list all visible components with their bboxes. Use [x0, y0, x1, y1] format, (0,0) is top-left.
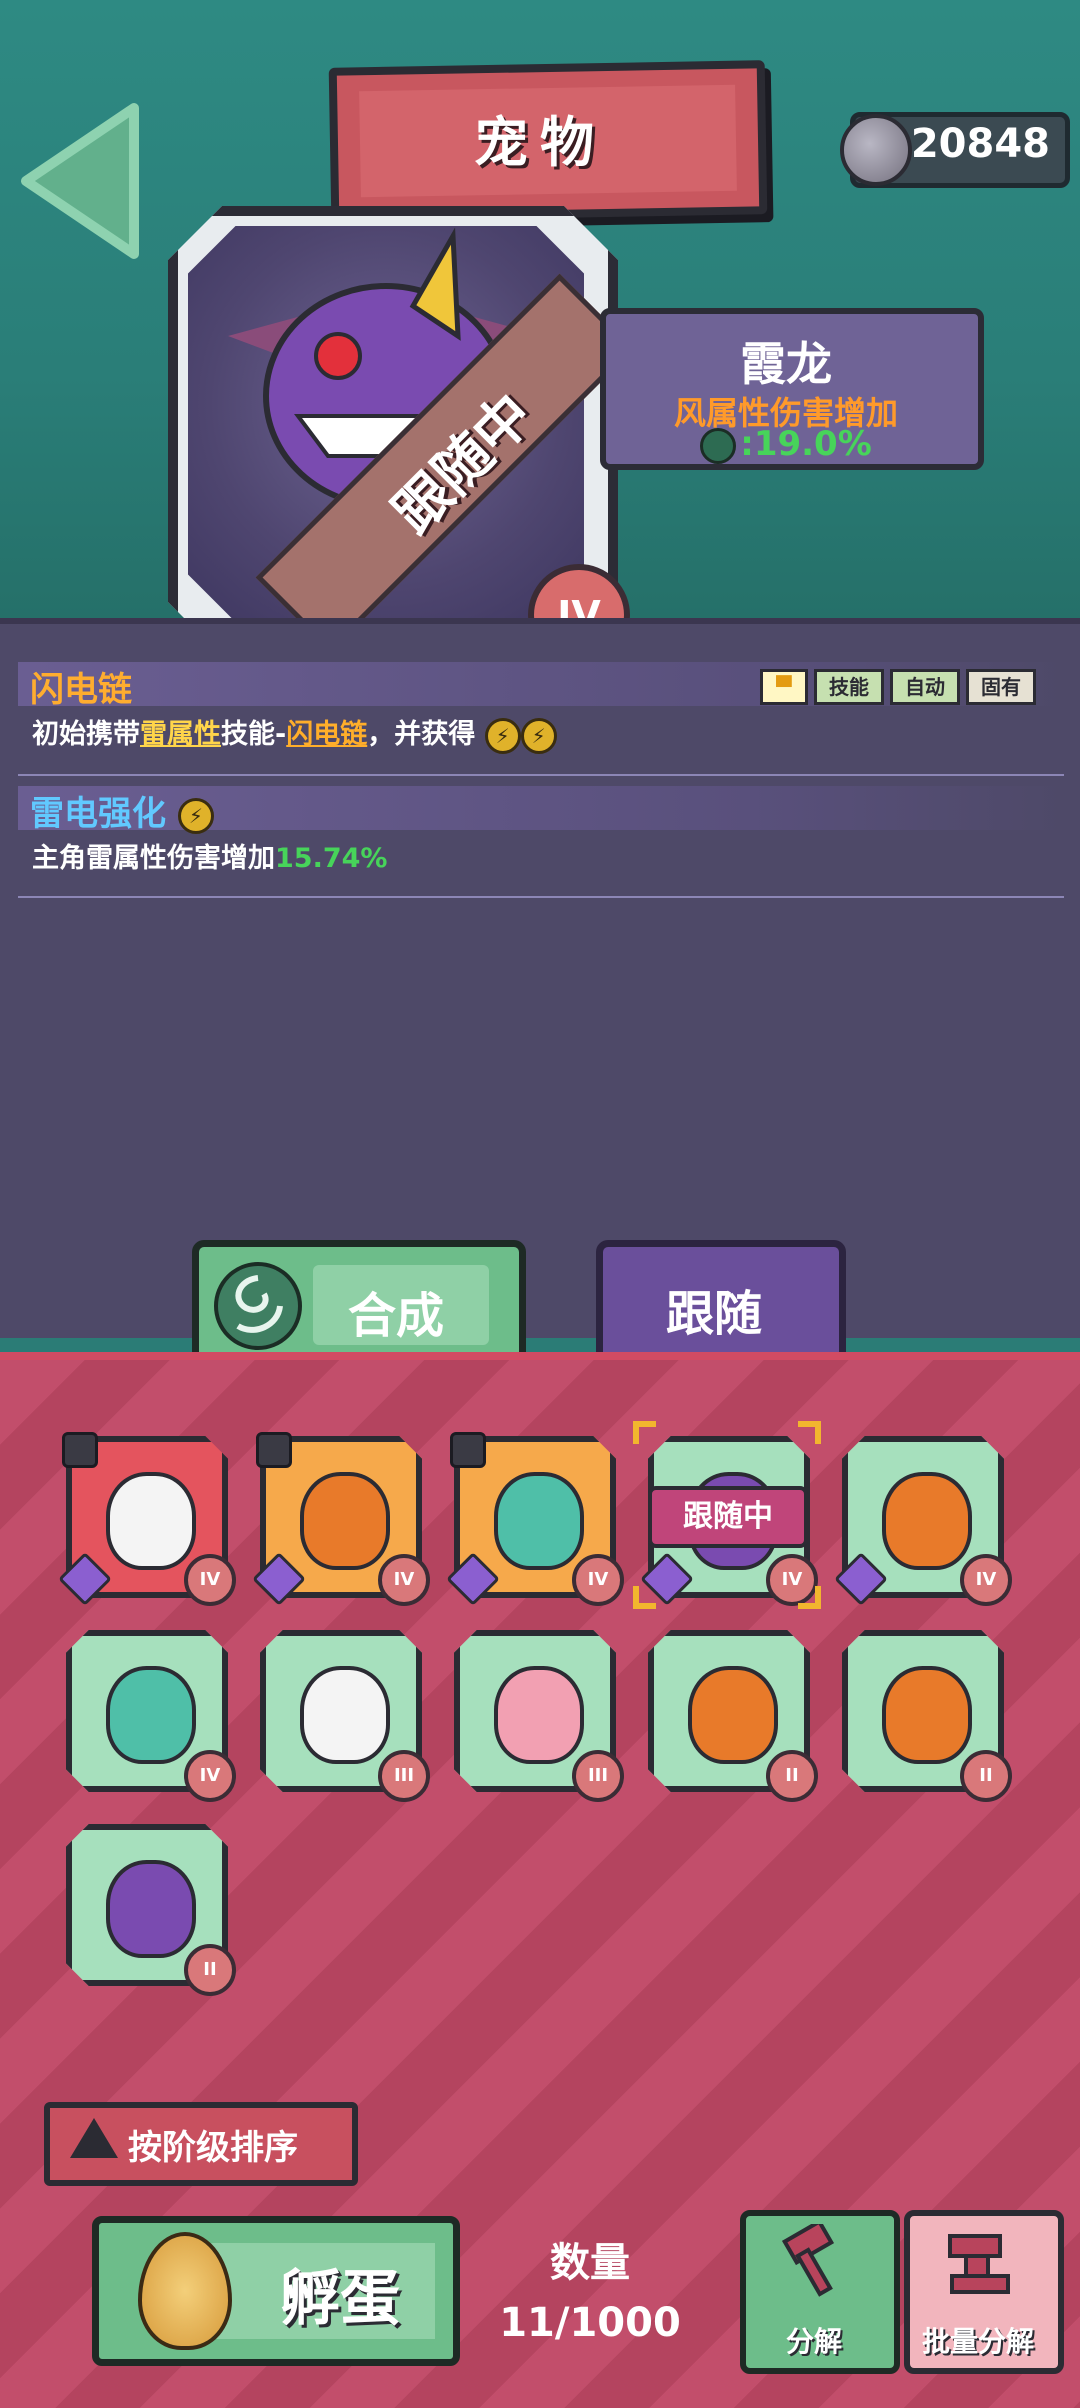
desc-text: 主角雷属性伤害增加: [32, 843, 275, 874]
tag-innate: 固有: [966, 669, 1036, 705]
slot-rank-badge: IV: [184, 1750, 236, 1802]
shirt-icon: ▀: [760, 669, 808, 705]
flame-spider-icon: [882, 1472, 972, 1570]
pink-fairy-icon: [494, 1666, 584, 1764]
sort-button-label[interactable]: 按阶级排序: [128, 2120, 298, 2169]
slot-rank-badge: IV: [184, 1554, 236, 1606]
slot-rank-badge: III: [572, 1750, 624, 1802]
skill-title-thunder-boost: 雷电强化 ⚡: [30, 786, 214, 835]
lightning-icon: ⚡: [484, 717, 521, 754]
spring-ghost-icon: [106, 1666, 196, 1764]
lock-icon: [450, 1432, 486, 1468]
back-arrow-icon[interactable]: [21, 103, 139, 259]
pet-bonus-row: :19.0%: [600, 424, 972, 464]
purple-dragon-icon: [106, 1860, 196, 1958]
skill-title-lightning-chain: 闪电链: [30, 670, 132, 710]
count-label: 数量: [550, 2240, 630, 2286]
selection-corners: [633, 1421, 821, 1609]
slot-rank-badge: II: [184, 1944, 236, 1996]
desc-text: ，并获得: [367, 719, 476, 750]
flame-spider-icon: [882, 1666, 972, 1764]
currency-value: 20848: [910, 121, 1050, 167]
flame-spider-icon: [300, 1472, 390, 1570]
desc-skill-link: 闪电链: [286, 719, 368, 750]
skull-coin-icon: [840, 114, 912, 186]
slot-rank-badge: IV: [572, 1554, 624, 1606]
skull-bat-icon: [300, 1666, 390, 1764]
desc-text: 技能-: [221, 719, 287, 750]
pet-name: 霞龙: [740, 337, 832, 391]
lock-icon: [256, 1432, 292, 1468]
lightning-icon: ⚡: [520, 717, 557, 754]
slot-rank-badge: IV: [960, 1554, 1012, 1606]
lock-icon: [62, 1432, 98, 1468]
tab-follow-label[interactable]: 跟随: [596, 1274, 832, 1344]
tag-auto: 自动: [890, 669, 960, 705]
count-value: 11/1000: [499, 2300, 681, 2346]
slot-rank-badge: II: [766, 1750, 818, 1802]
batch-decompose-label[interactable]: 批量分解: [904, 2320, 1052, 2360]
skill-tags: ▀ 技能 自动 固有: [760, 669, 1036, 705]
pet-bonus-value: :19.0%: [740, 424, 872, 464]
slot-rank-badge: III: [378, 1750, 430, 1802]
page-title: 宠物: [474, 111, 606, 174]
divider: [18, 896, 1064, 898]
skill-desc-thunder-boost: 主角雷属性伤害增加15.74%: [32, 836, 387, 875]
slot-rank-badge: II: [960, 1750, 1012, 1802]
back-button[interactable]: [14, 96, 144, 266]
skull-bat-icon: [106, 1472, 196, 1570]
hatch-button-label[interactable]: 孵蛋: [230, 2250, 450, 2337]
skill-title-text: 雷电强化: [30, 794, 166, 834]
divider: [18, 774, 1064, 776]
tab-synthesize-label[interactable]: 合成: [308, 1276, 484, 1346]
flame-spider-icon: [688, 1666, 778, 1764]
decompose-label[interactable]: 分解: [740, 2320, 888, 2360]
anvil-icon: [948, 2234, 1010, 2294]
triangle-sort-icon: [70, 2118, 118, 2158]
desc-value: 15.74%: [275, 843, 388, 874]
spring-ghost-icon: [494, 1472, 584, 1570]
tag-skill: 技能: [814, 669, 884, 705]
desc-element: 雷属性: [140, 719, 221, 750]
lightning-icon: ⚡: [177, 797, 214, 834]
skill-desc-lightning-chain: 初始携带雷属性技能-闪电链，并获得 ⚡ ⚡: [32, 712, 557, 754]
wind-swirl-icon: [214, 1262, 302, 1350]
desc-text: 初始携带: [32, 719, 140, 750]
slot-rank-badge: IV: [378, 1554, 430, 1606]
hammer-icon: [781, 2224, 835, 2297]
wind-icon: [700, 427, 737, 464]
